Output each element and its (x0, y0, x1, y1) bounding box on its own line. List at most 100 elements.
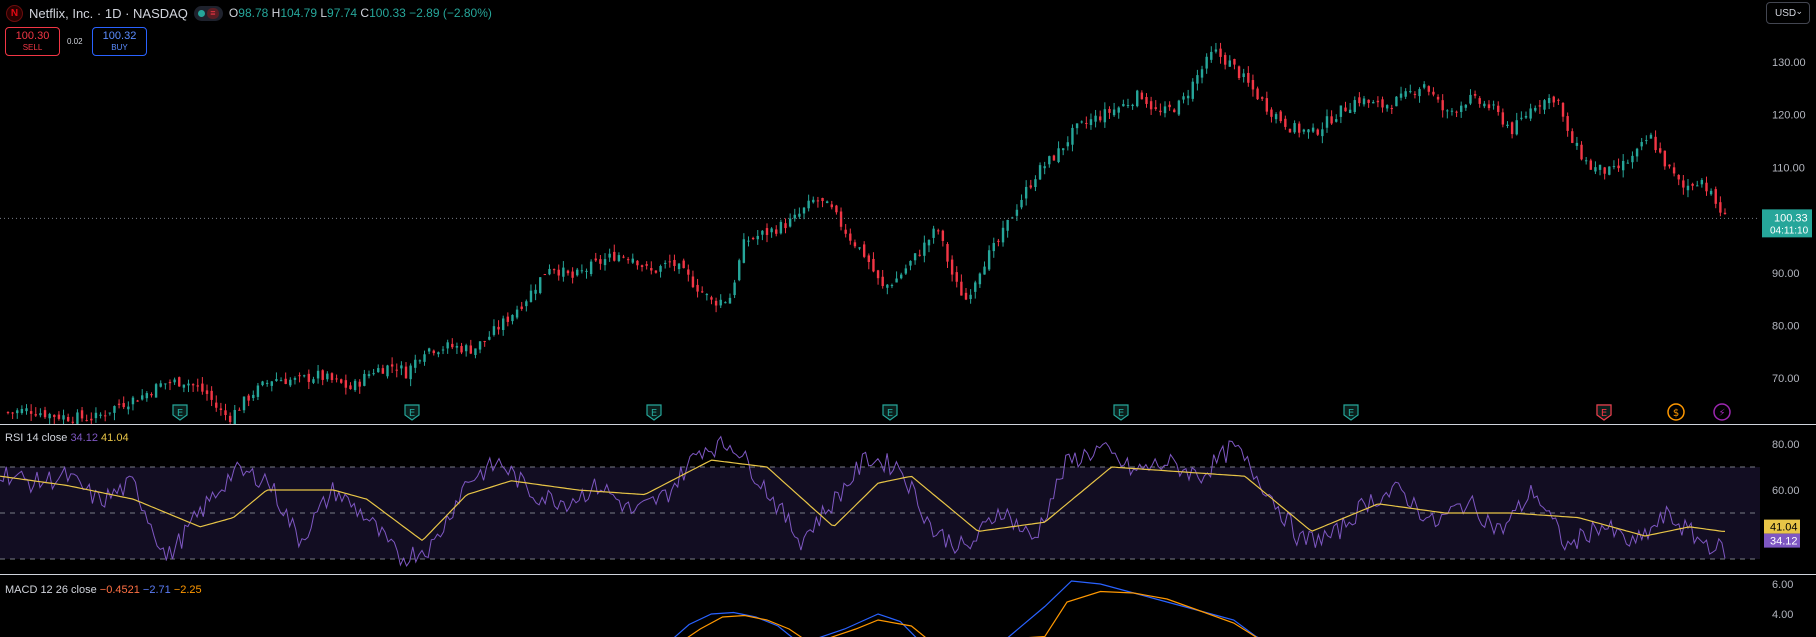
candle-body (1483, 103, 1486, 107)
candle-body (1654, 136, 1657, 151)
macd-hist-value: −0.4521 (99, 584, 140, 596)
candle-body (775, 229, 778, 234)
candle-body (76, 412, 79, 424)
candle-body (1205, 56, 1208, 69)
candle-body (552, 269, 556, 271)
candle-body (751, 237, 755, 239)
status-pill[interactable]: ≡ (193, 5, 223, 21)
candle-body (1344, 107, 1347, 112)
candle-body (867, 255, 871, 262)
candle-body (932, 228, 935, 238)
candle-body (927, 239, 931, 246)
candle-body (469, 345, 473, 354)
candle-body (261, 381, 264, 386)
candle-body (1094, 115, 1097, 122)
buy-label: BUY (111, 42, 128, 52)
candle-body (432, 350, 435, 354)
candle-body (1450, 110, 1454, 112)
candle-body (1080, 121, 1083, 123)
candle-body (913, 253, 917, 261)
candle-body (312, 379, 315, 383)
signal-value: −2.25 (173, 584, 202, 596)
candle-body (997, 240, 1000, 242)
candle-body (478, 341, 482, 350)
price-tick-label: 130.00 (1772, 57, 1806, 69)
candle-body (1288, 128, 1292, 133)
candle-body (1677, 175, 1680, 180)
candle-body (1436, 96, 1440, 100)
rsi-legend[interactable]: RSI 14 close 34.12 41.04 (5, 432, 129, 444)
candle-body (1348, 109, 1352, 114)
candle-body (1492, 104, 1495, 106)
candle-body (256, 385, 260, 397)
candle-body (437, 352, 440, 355)
macd-pane[interactable]: 4.00 6.00 (667, 579, 1794, 637)
buy-button[interactable]: 100.32 BUY (92, 27, 147, 56)
currency-select[interactable]: USD ⌄ (1766, 2, 1810, 24)
macd-tick-label: 4.00 (1772, 609, 1793, 621)
candle-body (955, 272, 958, 282)
candle-body (1543, 100, 1546, 110)
candle-body (1640, 142, 1643, 147)
candle-body (696, 284, 699, 292)
price-tick-label: 70.00 (1772, 373, 1800, 385)
candle-body (1353, 100, 1356, 112)
candle-body (99, 414, 102, 416)
sell-price: 100.30 (15, 29, 50, 42)
candle-body (682, 260, 685, 269)
candle-body (515, 309, 519, 318)
spread-value: 0.02 (67, 37, 83, 46)
candle-body (1441, 100, 1444, 111)
price-pane[interactable]: 70.0080.0090.00100.00110.00120.00130.001… (0, 42, 1812, 424)
candle-body (1645, 140, 1648, 142)
sell-button[interactable]: 100.30 SELL (5, 27, 60, 56)
candle-body (557, 269, 560, 276)
candle-body (1265, 98, 1269, 112)
currency-label: USD (1775, 7, 1797, 19)
candle-body (131, 397, 135, 405)
candle-body (1589, 160, 1592, 170)
candle-body (1210, 51, 1213, 60)
candle-body (1242, 73, 1245, 78)
candle-body (460, 346, 463, 353)
rsi-pane[interactable]: 60.0080.0041.0434.12 (0, 435, 1800, 567)
candle-body (659, 266, 662, 272)
candle-body (1473, 94, 1477, 96)
candle-body (640, 265, 644, 268)
macd-legend[interactable]: MACD 12 26 close −0.4521 −2.71 −2.25 (5, 584, 202, 596)
candle-body (265, 382, 269, 384)
chart-canvas[interactable]: 70.0080.0090.00100.00110.00120.00130.001… (0, 0, 1816, 637)
candle-body (853, 242, 857, 247)
earnings-marker-label: E (1348, 408, 1354, 419)
candle-body (890, 285, 894, 287)
candle-body (62, 415, 65, 420)
candle-body (330, 373, 334, 380)
candle-body (418, 360, 422, 362)
candle-body (1335, 119, 1338, 122)
candle-body (705, 294, 709, 296)
candle-body (358, 381, 361, 387)
candle-body (1316, 129, 1319, 135)
candle-body (1200, 69, 1204, 78)
candle-body (1260, 97, 1264, 99)
candle-body (710, 297, 713, 300)
candle-body (1145, 96, 1148, 104)
candle-body (1594, 167, 1597, 172)
candle-body (117, 403, 121, 405)
candle-body (279, 380, 283, 382)
candle-body (1112, 109, 1116, 116)
candle-body (1358, 97, 1361, 104)
candle-body (571, 271, 574, 278)
candle-body (464, 345, 468, 352)
candle-body (918, 254, 921, 256)
candle-body (677, 263, 681, 270)
candle-body (1089, 119, 1093, 125)
candle-body (16, 410, 19, 414)
symbol-title[interactable]: Netflix, Inc. · 1D · NASDAQ (29, 6, 188, 21)
candle-body (964, 292, 968, 300)
candle-body (909, 260, 912, 266)
candle-body (1460, 105, 1463, 112)
candle-body (501, 318, 505, 331)
candle-body (608, 253, 611, 258)
candle-body (1413, 93, 1417, 95)
